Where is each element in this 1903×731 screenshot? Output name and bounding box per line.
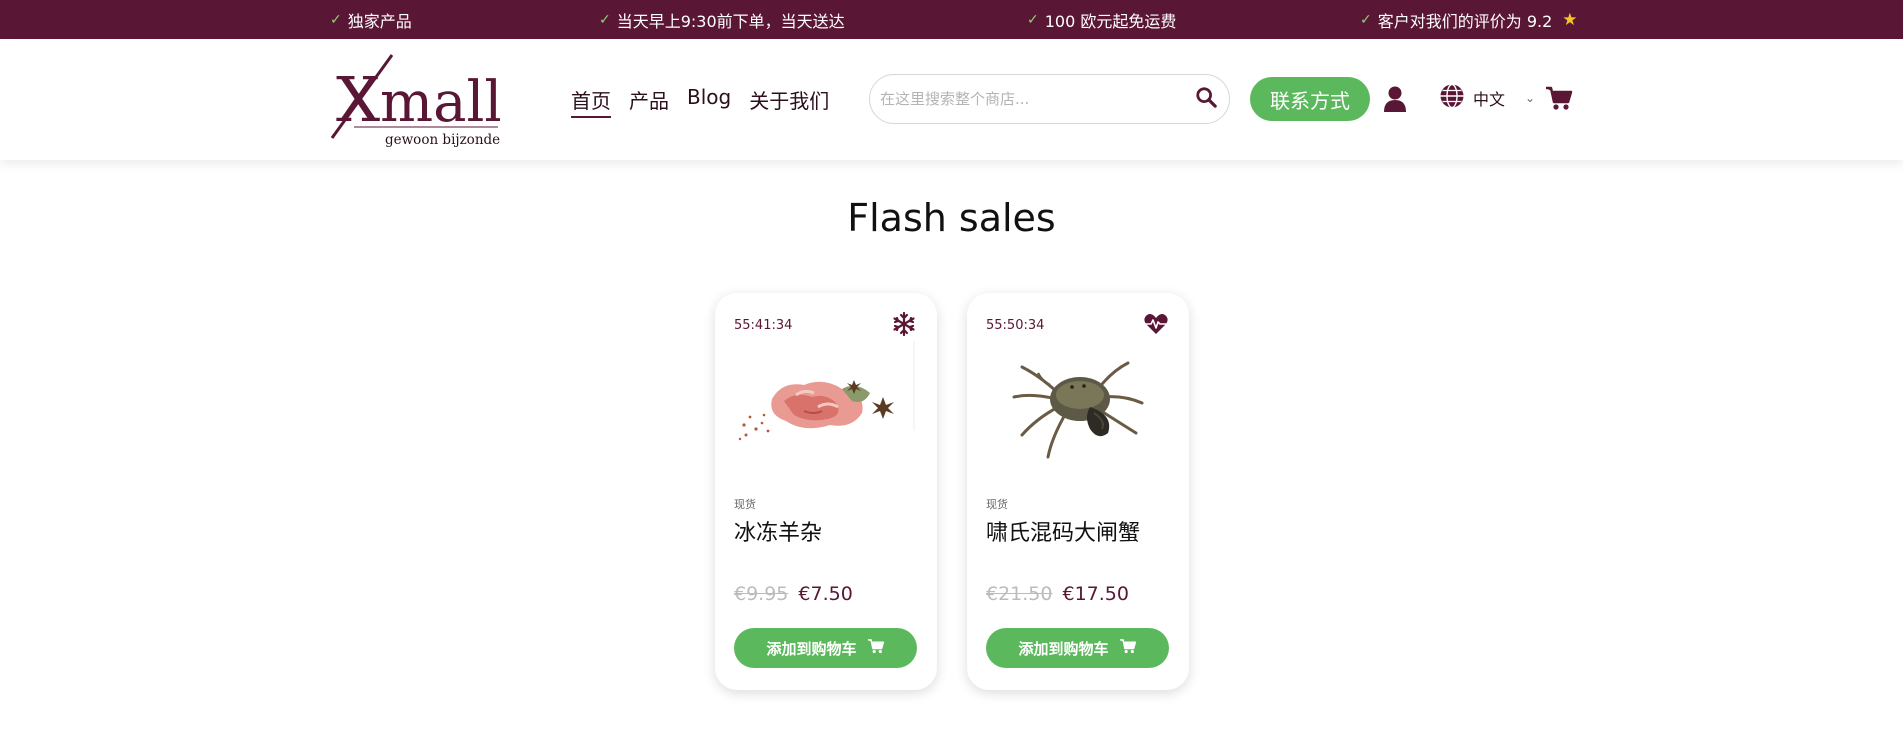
add-to-cart-button[interactable]: 添加到购物车	[986, 628, 1169, 668]
check-icon: ✓	[330, 11, 342, 28]
logo-mall-text: mall	[380, 70, 500, 135]
countdown-timer: 55:50:34	[986, 318, 1045, 333]
check-icon: ✓	[1360, 11, 1372, 28]
promo-item-rating: ✓ 客户对我们的评价为 9.2 ★	[1360, 0, 1578, 39]
check-icon: ✓	[599, 11, 611, 28]
globe-icon	[1439, 83, 1465, 113]
promo-text: 客户对我们的评价为 9.2	[1377, 11, 1553, 31]
promo-item-free-shipping: ✓ 100 欧元起免运费	[1027, 0, 1176, 39]
check-icon: ✓	[1027, 11, 1039, 28]
search-input[interactable]	[880, 90, 1195, 108]
cart-icon[interactable]	[1545, 85, 1573, 111]
logo-letter-x: X	[336, 63, 380, 136]
nav-home[interactable]: 首页	[571, 85, 611, 118]
price-block: €9.95 €7.50	[734, 583, 853, 605]
promo-text: 独家产品	[347, 11, 412, 31]
stock-status: 现货	[734, 498, 756, 511]
product-image[interactable]	[986, 341, 1170, 465]
product-name[interactable]: 冰冻羊杂	[734, 515, 822, 547]
contact-button[interactable]: 联系方式	[1250, 77, 1370, 121]
nav-about[interactable]: 关于我们	[749, 85, 829, 118]
add-to-cart-button[interactable]: 添加到购物车	[734, 628, 917, 668]
original-price: €9.95	[734, 583, 789, 605]
search-box	[869, 74, 1230, 124]
price-block: €21.50 €17.50	[986, 583, 1129, 605]
nav-blog[interactable]: Blog	[687, 85, 731, 118]
sale-price: €7.50	[798, 583, 853, 605]
promo-text: 100 欧元起免运费	[1044, 11, 1177, 31]
product-card[interactable]: 55:50:34 现货 啸氏混码大闸蟹 €21.50 €17.50 添加到购物车	[967, 293, 1189, 690]
nav-products[interactable]: 产品	[629, 85, 669, 118]
site-logo[interactable]: X mall gewoon bijzonder	[330, 53, 507, 149]
site-header: X mall gewoon bijzonder 首页 产品 Blog 关于我们 …	[0, 39, 1903, 160]
countdown-timer: 55:41:34	[734, 318, 793, 333]
add-to-cart-label: 添加到购物车	[1018, 639, 1109, 658]
user-account-icon[interactable]	[1382, 85, 1408, 113]
chevron-down-icon: ⌄	[1525, 91, 1536, 105]
logo-tagline: gewoon bijzonder	[385, 132, 500, 148]
language-selector[interactable]: 中文 ⌄	[1439, 83, 1535, 113]
product-name[interactable]: 啸氏混码大闸蟹	[986, 515, 1140, 547]
product-image[interactable]	[734, 341, 918, 465]
star-icon: ★	[1562, 9, 1578, 30]
sale-price: €17.50	[1062, 583, 1129, 605]
promo-bar: ✓ 独家产品 ✓ 当天早上9:30前下单，当天送达 ✓ 100 欧元起免运费 ✓…	[0, 0, 1903, 39]
language-label: 中文	[1473, 90, 1506, 109]
search-icon[interactable]	[1195, 86, 1217, 112]
section-title: Flash sales	[847, 196, 1056, 240]
product-card[interactable]: 55:41:34 现货 冰冻羊杂 €9.95 €7.50 添加到购物车	[715, 293, 937, 690]
cart-icon	[1119, 638, 1137, 658]
cart-icon	[867, 638, 885, 658]
promo-item-exclusive: ✓ 独家产品	[330, 0, 412, 39]
snowflake-icon	[891, 311, 917, 337]
heart-pulse-icon	[1143, 311, 1169, 337]
main-nav: 首页 产品 Blog 关于我们	[571, 85, 829, 118]
promo-item-same-day: ✓ 当天早上9:30前下单，当天送达	[599, 0, 845, 39]
original-price: €21.50	[986, 583, 1053, 605]
promo-text: 当天早上9:30前下单，当天送达	[616, 11, 845, 31]
add-to-cart-label: 添加到购物车	[766, 639, 857, 658]
stock-status: 现货	[986, 498, 1008, 511]
